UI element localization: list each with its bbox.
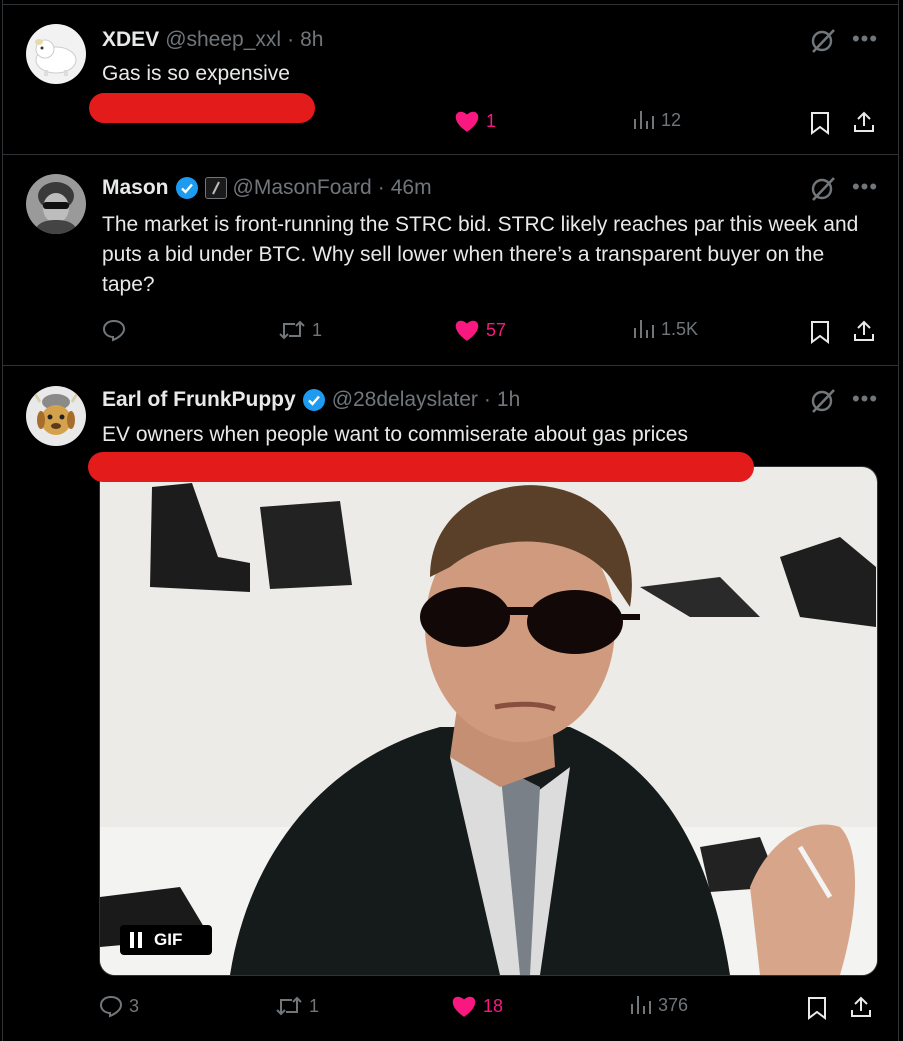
gif-media[interactable]: GIF [99, 466, 878, 976]
verified-badge-icon [302, 389, 325, 411]
grok-icon[interactable] [809, 27, 837, 55]
share-icon[interactable] [849, 995, 873, 1019]
gif-badge[interactable]: GIF [120, 925, 212, 955]
column-border-right [898, 0, 899, 1041]
heart-icon [455, 111, 479, 132]
views-button[interactable]: 376 [630, 994, 688, 1016]
separator: · [377, 176, 385, 199]
timeline-feed: XDEV @sheep_xxl · 8h Gas is so expensive… [0, 0, 903, 1041]
reply-button[interactable] [102, 318, 126, 342]
author-handle[interactable]: @28delayslater [332, 388, 478, 412]
author-name[interactable]: Earl of FrunkPuppy [102, 388, 296, 412]
post-header: Earl of FrunkPuppy @28delayslater · 1h [102, 388, 520, 412]
post-xdev[interactable]: XDEV @sheep_xxl · 8h Gas is so expensive… [3, 5, 898, 155]
post-header: XDEV @sheep_xxl · 8h [102, 28, 323, 52]
repost-button[interactable]: 1 [278, 318, 322, 342]
like-button[interactable]: 18 [451, 994, 503, 1018]
like-button[interactable]: 1 [454, 109, 496, 133]
repost-count: 1 [309, 995, 320, 1016]
views-button[interactable]: 12 [633, 109, 681, 131]
post-time[interactable]: 46m [391, 176, 432, 200]
pause-icon[interactable] [130, 932, 142, 948]
heart-icon [452, 996, 476, 1017]
reply-button[interactable]: 3 [99, 994, 139, 1018]
post-actions: 1 57 1.5K [102, 318, 880, 348]
view-count: 1.5K [661, 318, 699, 339]
avatar[interactable] [26, 24, 86, 84]
like-count: 1 [486, 110, 497, 131]
avatar[interactable] [26, 174, 86, 234]
affiliate-badge-icon[interactable] [204, 177, 227, 199]
post-actions: 1 12 [102, 109, 880, 139]
post-actions: 3 1 18 376 [99, 994, 885, 1024]
post-mason[interactable]: Mason @MasonFoard · 46m The market is fr… [3, 155, 898, 366]
post-text: EV owners when people want to commiserat… [102, 423, 688, 446]
reply-count: 3 [129, 995, 140, 1016]
more-options-icon[interactable]: ••• [851, 385, 879, 413]
gif-label: GIF [154, 930, 183, 949]
author-name[interactable]: Mason [102, 176, 169, 200]
post-text: The market is front-running the STRC bid… [102, 213, 859, 296]
bookmark-icon[interactable] [810, 111, 830, 135]
post-time[interactable]: 1h [497, 388, 520, 412]
reply-icon [102, 319, 126, 342]
heart-icon [455, 320, 479, 341]
views-button[interactable]: 1.5K [633, 318, 698, 340]
share-icon[interactable] [852, 110, 876, 134]
more-options-icon[interactable]: ••• [851, 25, 879, 53]
separator: · [483, 388, 491, 411]
views-icon [634, 111, 654, 129]
like-count: 57 [486, 319, 507, 340]
author-handle[interactable]: @MasonFoard [233, 176, 372, 200]
post-header: Mason @MasonFoard · 46m [102, 176, 432, 200]
repost-icon [279, 320, 305, 340]
repost-count: 1 [312, 319, 323, 340]
like-count: 18 [483, 995, 504, 1016]
view-count: 12 [661, 109, 682, 130]
post-text: Gas is so expensive [102, 62, 290, 85]
view-count: 376 [658, 994, 689, 1015]
like-button[interactable]: 57 [454, 318, 506, 342]
repost-icon [276, 996, 302, 1016]
share-icon[interactable] [852, 319, 876, 343]
author-name[interactable]: XDEV [102, 28, 159, 52]
redaction-bar [88, 452, 754, 482]
reply-icon [99, 995, 123, 1018]
grok-icon[interactable] [809, 387, 837, 415]
more-options-icon[interactable]: ••• [851, 173, 879, 201]
avatar[interactable] [26, 386, 86, 446]
verified-badge-icon [175, 177, 198, 199]
gif-image [100, 467, 877, 975]
bookmark-icon[interactable] [807, 996, 827, 1020]
views-icon [634, 320, 654, 338]
bookmark-icon[interactable] [810, 320, 830, 344]
author-handle[interactable]: @sheep_xxl [165, 28, 281, 52]
views-icon [631, 996, 651, 1014]
post-time[interactable]: 8h [300, 28, 323, 52]
separator: · [287, 28, 295, 51]
grok-icon[interactable] [809, 175, 837, 203]
repost-button[interactable]: 1 [275, 994, 319, 1018]
